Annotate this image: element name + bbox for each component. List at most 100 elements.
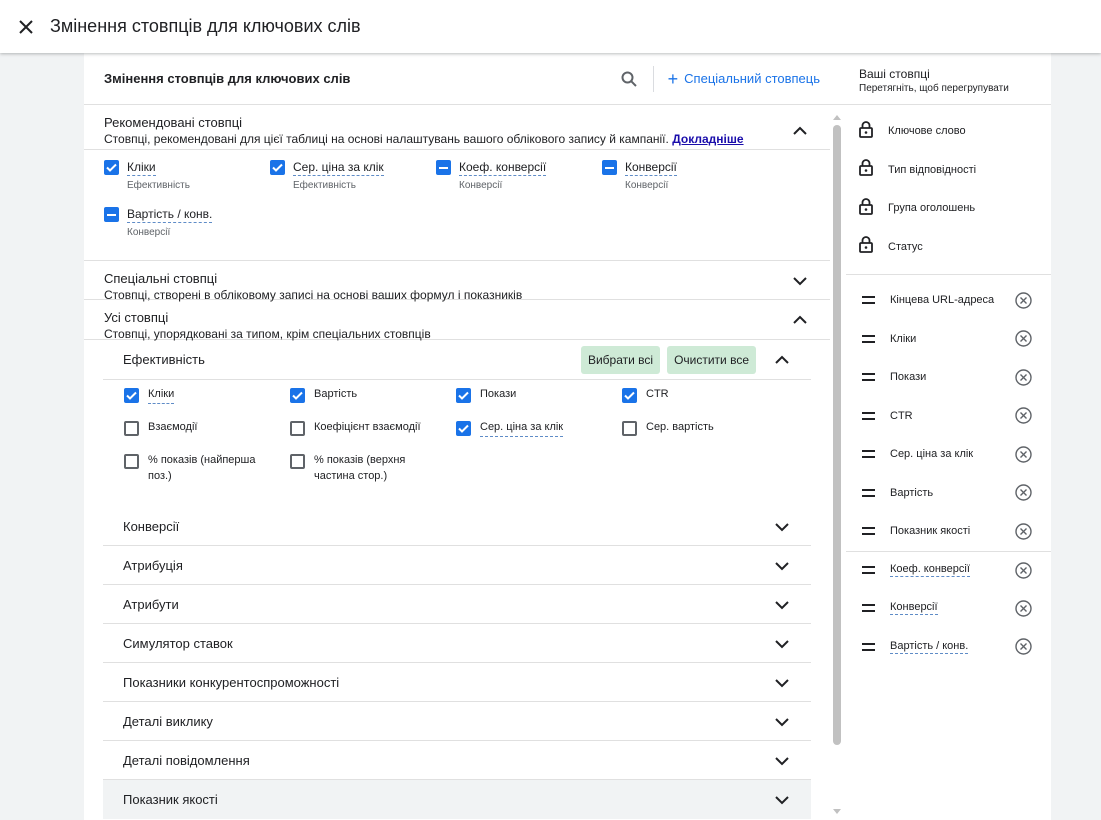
remove-column-icon[interactable] (1014, 599, 1032, 617)
performance-header[interactable]: Ефективність Вибрати всі Очистити все (103, 340, 811, 380)
learn-more-link[interactable]: Докладніше (672, 132, 743, 146)
category-title: Атрибути (123, 596, 179, 612)
performance-item[interactable]: Покази (456, 386, 622, 419)
all-columns-header[interactable]: Усі стовпці Стовпці, упорядковані за тип… (84, 300, 830, 341)
drag-handle-icon[interactable] (862, 334, 875, 343)
performance-item[interactable]: Сер. ціна за клік (456, 419, 622, 452)
drag-handle-icon[interactable] (862, 450, 875, 459)
chevron-down-icon[interactable] (774, 792, 790, 808)
performance-item[interactable]: % показів (верхня частина стор.) (290, 452, 456, 507)
checkbox[interactable] (290, 388, 305, 403)
select-all-button[interactable]: Вибрати всі (580, 345, 661, 374)
remove-column-icon[interactable] (1014, 561, 1032, 579)
chevron-down-icon[interactable] (774, 675, 790, 691)
category-row[interactable]: Атрибути (103, 585, 811, 624)
add-custom-column-button[interactable]: + Спеціальний стовпець (668, 70, 820, 88)
columns-scroll-area[interactable]: Рекомендовані стовпці Стовпці, рекомендо… (84, 105, 830, 820)
drag-handle-icon[interactable] (862, 373, 875, 382)
checkbox[interactable] (622, 388, 637, 403)
checkbox[interactable] (124, 421, 139, 436)
locked-column: Група оголошень (846, 189, 1051, 228)
drag-handle-icon[interactable] (862, 411, 875, 420)
chevron-down-icon[interactable] (774, 636, 790, 652)
column-category: Ефективність (127, 180, 190, 191)
drag-handle-icon[interactable] (862, 642, 875, 651)
checkbox[interactable] (436, 160, 451, 175)
scroll-down-arrow[interactable] (833, 809, 841, 814)
checkbox[interactable] (104, 160, 119, 175)
checkbox[interactable] (124, 388, 139, 403)
custom-columns-section[interactable]: Спеціальні стовпці Стовпці, створені в о… (84, 261, 830, 302)
chevron-down-icon[interactable] (774, 714, 790, 730)
selected-column[interactable]: Коеф. конверсії (846, 550, 1051, 590)
chevron-up-icon[interactable] (774, 352, 790, 368)
performance-item[interactable]: Коефіцієнт взаємодії (290, 419, 456, 452)
checkbox[interactable] (456, 421, 471, 436)
category-row[interactable]: Симулятор ставок (103, 624, 811, 663)
checkbox[interactable] (290, 454, 305, 469)
recommended-item[interactable]: Сер. ціна за клік Ефективність (270, 158, 436, 205)
remove-column-icon[interactable] (1014, 291, 1032, 309)
selected-column[interactable]: Вартість (846, 474, 1051, 513)
remove-column-icon[interactable] (1014, 445, 1032, 463)
chevron-down-icon[interactable] (774, 753, 790, 769)
category-row[interactable]: Атрибуція (103, 546, 811, 585)
close-icon[interactable] (16, 17, 36, 37)
scroll-thumb[interactable] (833, 125, 841, 745)
column-category: Ефективність (293, 180, 356, 191)
performance-item[interactable]: CTR (622, 386, 788, 419)
selected-column[interactable]: Конверсії (846, 589, 1051, 628)
clear-all-button[interactable]: Очистити все (667, 345, 756, 374)
remove-column-icon[interactable] (1014, 330, 1032, 348)
performance-item[interactable]: % показів (найперша поз.) (124, 452, 290, 507)
scroll-up-arrow[interactable] (833, 115, 841, 120)
scrollbar[interactable] (832, 115, 842, 820)
drag-handle-icon[interactable] (862, 527, 875, 536)
drag-handle-icon[interactable] (862, 604, 875, 613)
chevron-down-icon[interactable] (774, 558, 790, 574)
remove-column-icon[interactable] (1014, 368, 1032, 386)
checkbox[interactable] (124, 454, 139, 469)
performance-item[interactable]: Сер. вартість (622, 419, 788, 452)
recommended-item[interactable]: Конверсії Конверсії (602, 158, 768, 205)
chevron-down-icon[interactable] (792, 273, 808, 289)
drag-handle-icon[interactable] (862, 296, 875, 305)
recommended-item[interactable]: Коеф. конверсії Конверсії (436, 158, 602, 205)
selected-column[interactable]: Кінцева URL-адреса (846, 281, 1051, 320)
recommended-item[interactable]: Кліки Ефективність (104, 158, 270, 205)
checkbox[interactable] (456, 388, 471, 403)
search-icon[interactable] (617, 67, 641, 91)
remove-column-icon[interactable] (1014, 407, 1032, 425)
chevron-down-icon[interactable] (774, 597, 790, 613)
remove-column-icon[interactable] (1014, 638, 1032, 656)
selected-column[interactable]: Вартість / конв. (846, 628, 1051, 667)
chevron-up-icon[interactable] (792, 123, 808, 139)
drag-handle-icon[interactable] (862, 488, 875, 497)
selected-column[interactable]: Показник якості (846, 512, 1051, 551)
checkbox[interactable] (622, 421, 637, 436)
selected-column[interactable]: CTR (846, 397, 1051, 436)
category-row[interactable]: Показники конкурентоспроможності (103, 663, 811, 702)
category-row[interactable]: Показник якості (103, 780, 811, 819)
category-row[interactable]: Деталі повідомлення (103, 741, 811, 780)
recommended-item[interactable]: Вартість / конв. Конверсії (104, 205, 270, 252)
selected-column[interactable]: Покази (846, 358, 1051, 397)
performance-item[interactable]: Взаємодії (124, 419, 290, 452)
recommended-header[interactable]: Рекомендовані стовпці Стовпці, рекомендо… (84, 105, 830, 146)
chevron-up-icon[interactable] (792, 312, 808, 328)
remove-column-icon[interactable] (1014, 522, 1032, 540)
checkbox[interactable] (270, 160, 285, 175)
performance-item[interactable]: Кліки (124, 386, 290, 419)
category-row[interactable]: Конверсії (103, 507, 811, 546)
checkbox[interactable] (290, 421, 305, 436)
chevron-down-icon[interactable] (774, 519, 790, 535)
category-row[interactable]: Деталі виклику (103, 702, 811, 741)
custom-columns-header[interactable]: Спеціальні стовпці Стовпці, створені в о… (84, 261, 830, 302)
performance-item[interactable]: Вартість (290, 386, 456, 419)
drag-handle-icon[interactable] (862, 566, 875, 575)
remove-column-icon[interactable] (1014, 484, 1032, 502)
checkbox[interactable] (602, 160, 617, 175)
selected-column[interactable]: Сер. ціна за клік (846, 435, 1051, 474)
checkbox[interactable] (104, 207, 119, 222)
selected-column[interactable]: Кліки (846, 320, 1051, 359)
